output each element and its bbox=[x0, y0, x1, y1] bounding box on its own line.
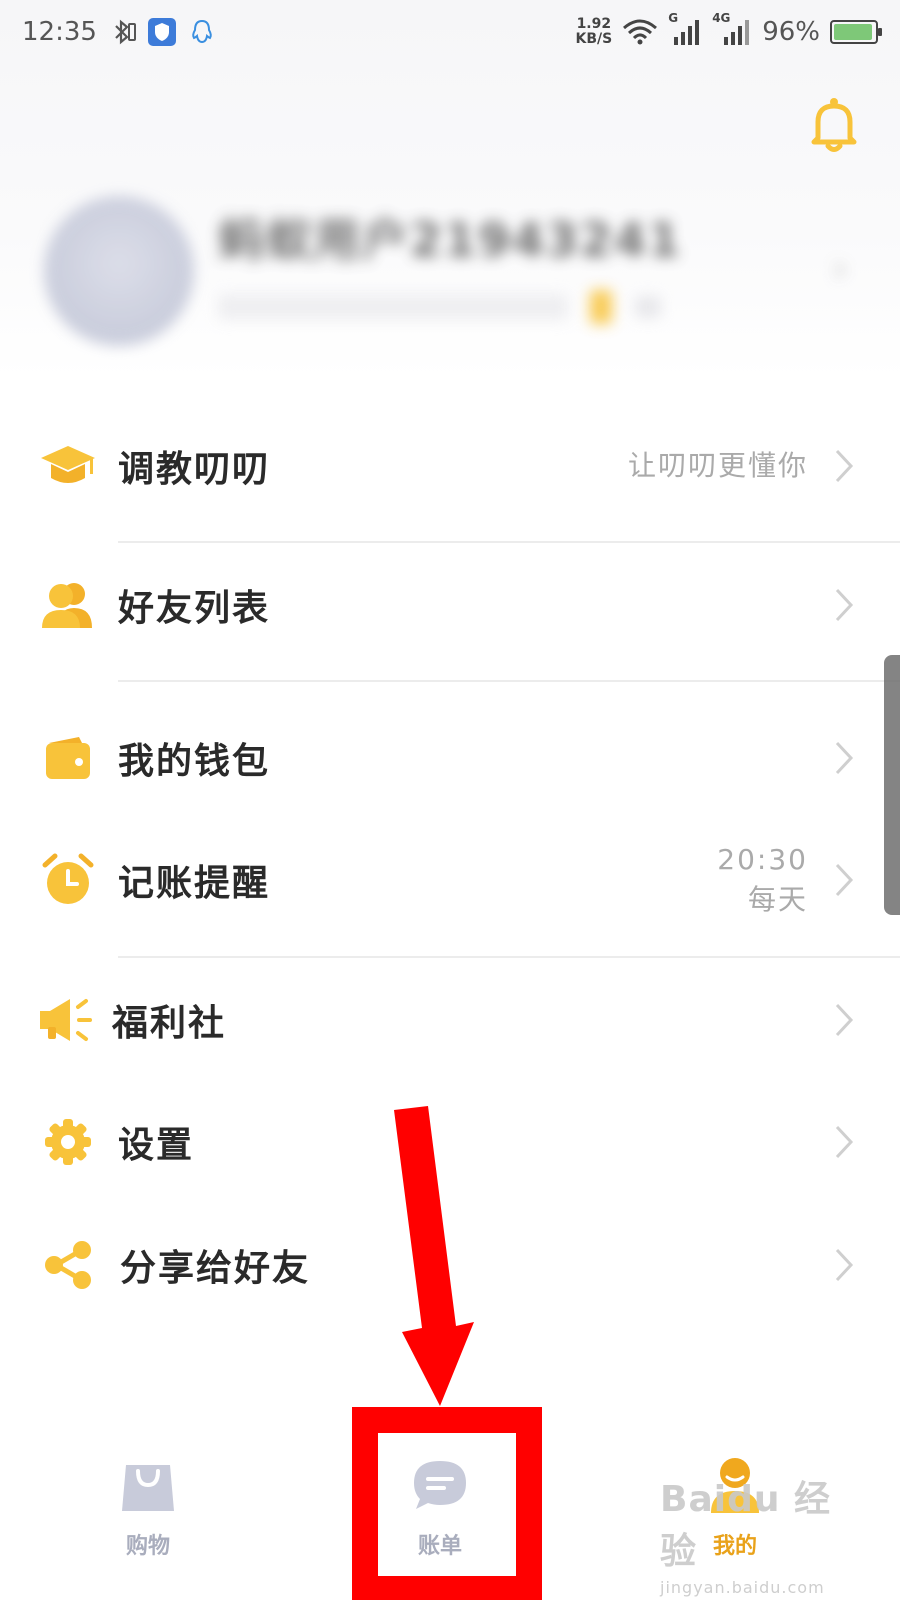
wifi-icon bbox=[623, 19, 658, 45]
status-right: 1.92 KB/S G 4G 96% bbox=[575, 11, 882, 47]
divider bbox=[118, 541, 900, 543]
signal-2: 4G bbox=[712, 11, 752, 47]
status-time: 12:35 bbox=[22, 17, 97, 47]
chevron-right-icon bbox=[835, 1125, 854, 1159]
menu-item-welfare[interactable]: 福利社 bbox=[0, 960, 900, 1080]
tab-label: 购物 bbox=[125, 1533, 170, 1559]
net-speed-unit: KB/S bbox=[575, 31, 613, 47]
annotation-arrow bbox=[394, 1106, 474, 1406]
menu-item-label: 福利社 bbox=[112, 1002, 227, 1044]
annotation-highlight-box bbox=[352, 1407, 542, 1600]
menu-item-wallet[interactable]: 我的钱包 bbox=[0, 698, 900, 818]
profile-subtitle bbox=[218, 290, 661, 324]
battery-fill bbox=[834, 24, 873, 40]
profile-chevron-icon: › bbox=[832, 246, 848, 292]
chevron-right-icon bbox=[835, 863, 854, 897]
signal-bars-icon bbox=[674, 20, 700, 45]
menu-item-label: 调教叨叨 bbox=[118, 448, 271, 490]
qq-icon bbox=[192, 19, 212, 44]
menu-item-label: 分享给好友 bbox=[120, 1247, 311, 1289]
battery-icon bbox=[830, 20, 882, 44]
chevron-right-icon bbox=[835, 449, 854, 483]
friends-icon bbox=[38, 575, 98, 635]
reminder-frequency: 每天 bbox=[747, 883, 808, 916]
shopping-bag-icon bbox=[113, 1450, 183, 1520]
reminder-time: 20:30 每天 bbox=[717, 840, 808, 920]
share-icon bbox=[38, 1235, 98, 1295]
reminder-time-value: 20:30 bbox=[717, 843, 808, 876]
menu-item-label: 我的钱包 bbox=[118, 740, 271, 782]
signal-bars-4g-icon bbox=[724, 20, 750, 45]
network-speed: 1.92 KB/S bbox=[575, 17, 612, 47]
chevron-right-icon bbox=[835, 1248, 854, 1282]
tab-shopping[interactable]: 购物 bbox=[58, 1420, 238, 1600]
gear-icon bbox=[38, 1112, 98, 1172]
shield-app-icon bbox=[147, 18, 176, 46]
menu-item-hint: 让叨叨更懂你 bbox=[627, 449, 808, 482]
net-speed-value: 1.92 bbox=[576, 16, 612, 32]
divider bbox=[118, 956, 900, 958]
edge-scroll-handle[interactable] bbox=[884, 655, 900, 915]
chevron-right-icon bbox=[835, 588, 854, 622]
chevron-right-icon bbox=[835, 741, 854, 775]
avatar[interactable] bbox=[44, 196, 194, 346]
menu-item-label: 好友列表 bbox=[118, 587, 271, 629]
watermark: Baidu 经验 jingyan.baidu.com bbox=[660, 1470, 860, 1597]
profile-name: 蚂蚁用户21943241 bbox=[218, 213, 683, 267]
bell-icon[interactable] bbox=[808, 96, 860, 156]
menu-item-friends[interactable]: 好友列表 bbox=[0, 545, 900, 665]
signal-1: G bbox=[668, 11, 702, 47]
menu-item-label: 设置 bbox=[118, 1124, 195, 1166]
menu-item-label: 记账提醒 bbox=[118, 862, 271, 904]
menu-item-tutor[interactable]: 调教叨叨 让叨叨更懂你 bbox=[0, 406, 900, 526]
status-left: 12:35 bbox=[22, 17, 217, 47]
alarm-clock-icon bbox=[38, 850, 98, 910]
profile-card[interactable]: 蚂蚁用户21943241 › bbox=[40, 190, 860, 350]
divider bbox=[118, 680, 900, 682]
watermark-url: jingyan.baidu.com bbox=[660, 1578, 825, 1597]
wallet-icon bbox=[38, 728, 98, 788]
bluetooth-icon bbox=[115, 19, 136, 45]
status-bar: 12:35 1.92 KB/S G 4G 96% bbox=[0, 0, 900, 64]
watermark-brand: Baidu 经验 bbox=[660, 1479, 832, 1572]
graduation-cap-icon bbox=[38, 436, 98, 496]
menu-item-reminder[interactable]: 记账提醒 20:30 每天 bbox=[0, 820, 900, 940]
battery-percent: 96% bbox=[762, 17, 820, 47]
chevron-right-icon bbox=[835, 1003, 854, 1037]
megaphone-icon bbox=[36, 990, 96, 1050]
